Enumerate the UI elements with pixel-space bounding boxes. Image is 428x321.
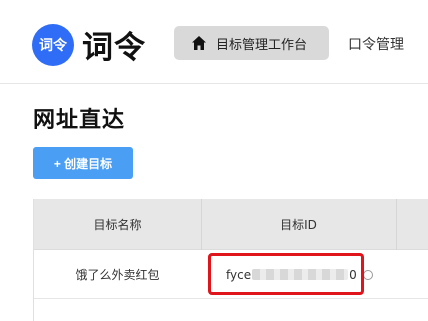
table-row[interactable] xyxy=(34,299,428,321)
home-icon xyxy=(190,34,208,52)
copy-icon[interactable] xyxy=(362,269,373,280)
create-target-button[interactable]: + 创建目标 xyxy=(33,147,133,179)
table-header: 目标名称 目标ID xyxy=(34,199,428,250)
nav-tab-target-workbench[interactable]: 目标管理工作台 xyxy=(174,26,329,60)
column-header-target-id: 目标ID xyxy=(280,218,317,232)
highlight-box xyxy=(208,253,364,295)
column-header-target-name: 目标名称 xyxy=(93,218,142,232)
target-name-cell: 饿了么外卖红包 xyxy=(75,268,160,282)
brand-title[interactable]: 词令 xyxy=(82,22,146,67)
nav-tab-label: 目标管理工作台 xyxy=(216,37,308,53)
nav-tab-command-management[interactable]: 口令管理 xyxy=(348,34,404,54)
logo-icon[interactable]: 词令 xyxy=(32,24,74,66)
top-header: 词令 词令 目标管理工作台 口令管理 xyxy=(0,0,428,84)
page-title: 网址直达 xyxy=(33,108,126,133)
